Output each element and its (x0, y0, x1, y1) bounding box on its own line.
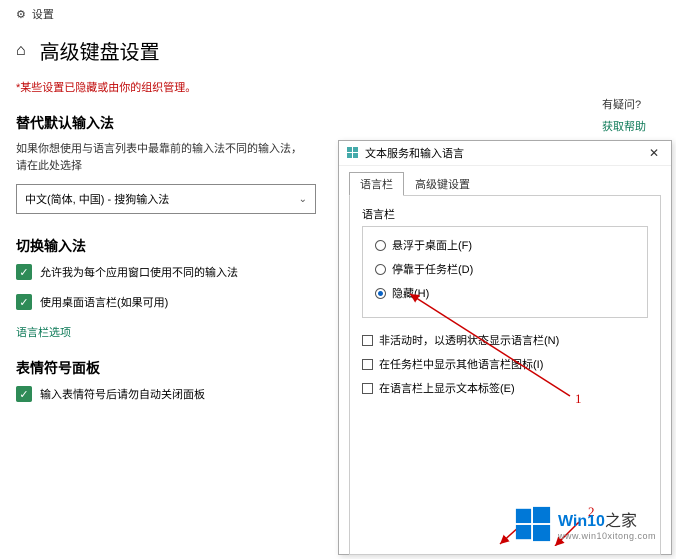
radio-dock[interactable]: 停靠于任务栏(D) (375, 261, 635, 277)
check-taskbar-icons-label: 在任务栏中显示其他语言栏图标(I) (379, 356, 543, 372)
radio-float[interactable]: 悬浮于桌面上(F) (375, 237, 635, 253)
radio-icon (375, 240, 386, 251)
radio-float-label: 悬浮于桌面上(F) (392, 237, 472, 253)
watermark-brand: Win10之家 (558, 507, 656, 531)
dialog-title: 文本服务和输入语言 (365, 145, 464, 161)
windows-logo-icon (514, 505, 552, 543)
check-text-labels-label: 在语言栏上显示文本标签(E) (379, 380, 515, 396)
langbar-dialog: 文本服务和输入语言 ✕ 语言栏 高级键设置 语言栏 悬浮于桌面上(F) 停靠于任… (338, 140, 672, 555)
watermark-url: www.win10xitong.com (558, 531, 656, 541)
close-icon[interactable]: ✕ (645, 146, 663, 160)
check-transparent[interactable]: 非活动时，以透明状态显示语言栏(N) (362, 332, 648, 348)
default-ime-select[interactable]: 中文(简体, 中国) - 搜狗输入法 ⌄ (16, 184, 316, 214)
langbar-group: 悬浮于桌面上(F) 停靠于任务栏(D) 隐藏(H) (362, 226, 648, 318)
checkbox-icon (362, 335, 373, 346)
gear-icon: ⚙ (16, 8, 26, 21)
section-override-title: 替代默认输入法 (0, 113, 676, 141)
tab-advanced-keys[interactable]: 高级键设置 (404, 172, 481, 196)
annotation-1: 1 (575, 391, 582, 407)
check-taskbar-icons[interactable]: 在任务栏中显示其他语言栏图标(I) (362, 356, 648, 372)
default-ime-value: 中文(简体, 中国) - 搜狗输入法 (25, 191, 169, 207)
check-icon: ✓ (16, 386, 32, 402)
check-text-labels[interactable]: 在语言栏上显示文本标签(E) (362, 380, 648, 396)
checkbox-icon (362, 383, 373, 394)
window-icon (347, 147, 359, 159)
watermark: Win10之家 www.win10xitong.com (514, 505, 656, 543)
emoji-noclose-label: 输入表情符号后请勿自动关闭面板 (40, 386, 205, 402)
radio-icon (375, 288, 386, 299)
tab-language-bar[interactable]: 语言栏 (349, 172, 404, 196)
home-icon[interactable]: ⌂ (16, 42, 26, 60)
settings-label: 设置 (32, 6, 54, 22)
org-warning: *某些设置已隐藏或由你的组织管理。 (0, 79, 676, 113)
help-question: 有疑问? (602, 96, 646, 112)
check-transparent-label: 非活动时，以透明状态显示语言栏(N) (379, 332, 559, 348)
radio-dock-label: 停靠于任务栏(D) (392, 261, 473, 277)
dialog-tabs: 语言栏 高级键设置 (339, 166, 671, 196)
settings-breadcrumb: ⚙ 设置 (0, 0, 676, 28)
page-title: 高级键盘设置 (40, 36, 160, 65)
get-help-link[interactable]: 获取帮助 (602, 118, 646, 134)
help-column: 有疑问? 获取帮助 (602, 96, 646, 134)
radio-hide-label: 隐藏(H) (392, 285, 429, 301)
check-icon: ✓ (16, 294, 32, 310)
section-override-hint: 如果你想使用与语言列表中最靠前的输入法不同的输入法，请在此处选择 (0, 141, 320, 184)
desktop-langbar-label: 使用桌面语言栏(如果可用) (40, 294, 168, 310)
group-label: 语言栏 (362, 206, 648, 222)
per-app-ime-label: 允许我为每个应用窗口使用不同的输入法 (40, 264, 238, 280)
dialog-tab-content: 语言栏 悬浮于桌面上(F) 停靠于任务栏(D) 隐藏(H) 非活动时，以透明状态… (349, 195, 661, 555)
check-icon: ✓ (16, 264, 32, 280)
checkbox-icon (362, 359, 373, 370)
chevron-down-icon: ⌄ (299, 194, 307, 205)
radio-icon (375, 264, 386, 275)
radio-hide[interactable]: 隐藏(H) (375, 285, 635, 301)
dialog-titlebar: 文本服务和输入语言 ✕ (339, 141, 671, 166)
page-title-row: ⌂ 高级键盘设置 (0, 28, 676, 79)
